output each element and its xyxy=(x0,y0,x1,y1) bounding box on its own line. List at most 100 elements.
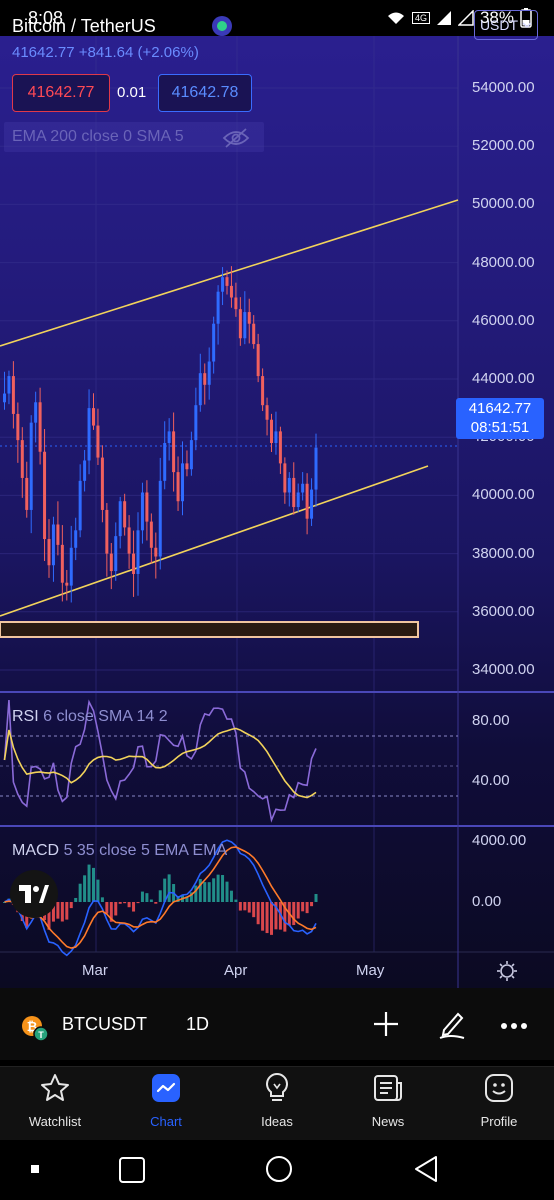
upper-trendline[interactable] xyxy=(0,199,459,347)
candle[interactable] xyxy=(203,373,207,385)
candle[interactable] xyxy=(176,472,180,502)
candle[interactable] xyxy=(51,524,55,566)
candle[interactable] xyxy=(11,376,15,414)
plus-icon[interactable] xyxy=(372,1010,400,1038)
candle[interactable] xyxy=(216,291,220,324)
candle[interactable] xyxy=(247,312,251,324)
candle[interactable] xyxy=(154,547,158,557)
buy-price-button[interactable]: 41642.78 xyxy=(158,74,252,112)
candle[interactable] xyxy=(181,463,184,502)
candle[interactable] xyxy=(189,440,193,470)
candle[interactable] xyxy=(261,376,265,406)
candle[interactable] xyxy=(83,460,87,481)
candle[interactable] xyxy=(29,422,33,510)
candle[interactable] xyxy=(127,527,131,554)
drawing-tool-icon[interactable] xyxy=(436,1008,468,1040)
candle[interactable] xyxy=(43,451,47,540)
candle[interactable] xyxy=(69,547,73,586)
pair-title[interactable]: Bitcoin / TetherUS xyxy=(12,16,156,37)
tab-ideas[interactable]: Ideas xyxy=(227,1070,327,1129)
candle[interactable] xyxy=(256,344,260,377)
candle[interactable] xyxy=(60,544,64,583)
tab-news[interactable]: News xyxy=(338,1070,438,1129)
candle[interactable] xyxy=(7,376,11,394)
candle[interactable] xyxy=(3,393,6,403)
candle[interactable] xyxy=(92,408,95,426)
candle[interactable] xyxy=(149,521,153,548)
candle[interactable] xyxy=(114,536,118,572)
candle[interactable] xyxy=(105,509,109,554)
candle[interactable] xyxy=(87,408,91,461)
candle[interactable] xyxy=(118,501,122,537)
candle[interactable] xyxy=(274,431,278,444)
recents-icon[interactable] xyxy=(118,1156,146,1184)
candle[interactable] xyxy=(194,405,198,441)
candle[interactable] xyxy=(38,402,42,452)
candle[interactable] xyxy=(270,419,273,444)
candle[interactable] xyxy=(109,553,113,572)
candle[interactable] xyxy=(56,524,60,545)
candle[interactable] xyxy=(78,480,82,531)
candle[interactable] xyxy=(292,477,296,508)
candle[interactable] xyxy=(47,539,51,566)
tab-profile[interactable]: Profile xyxy=(449,1070,549,1129)
tab-watchlist[interactable]: Watchlist xyxy=(5,1070,105,1129)
rsi-legend[interactable]: RSI 6 close SMA 14 2 xyxy=(12,708,168,726)
symbol-button[interactable]: BTCUSDT xyxy=(62,1014,147,1035)
candle[interactable] xyxy=(198,373,202,406)
candle[interactable] xyxy=(145,492,149,522)
candle[interactable] xyxy=(34,402,38,423)
candle[interactable] xyxy=(234,297,238,310)
candle[interactable] xyxy=(123,501,127,528)
macd-bar xyxy=(127,902,131,908)
lower-trendline[interactable] xyxy=(0,465,429,617)
candle[interactable] xyxy=(243,312,247,339)
eye-off-icon[interactable] xyxy=(222,128,250,148)
candle[interactable] xyxy=(100,457,104,510)
candle[interactable] xyxy=(74,530,78,548)
candle[interactable] xyxy=(252,323,256,345)
candle[interactable] xyxy=(136,530,140,574)
candle[interactable] xyxy=(221,277,225,292)
candle[interactable] xyxy=(287,477,291,493)
candle[interactable] xyxy=(167,431,171,444)
interval-button[interactable]: 1D xyxy=(186,1014,209,1035)
macd-legend[interactable]: MACD 5 35 close 5 EMA EMA xyxy=(12,842,227,860)
candle[interactable] xyxy=(172,431,176,473)
candle[interactable] xyxy=(185,463,189,470)
candle[interactable] xyxy=(65,582,69,586)
candle[interactable] xyxy=(140,492,144,531)
candle[interactable] xyxy=(158,480,162,557)
home-icon[interactable] xyxy=(264,1154,294,1184)
candle[interactable] xyxy=(314,447,318,490)
candle[interactable] xyxy=(212,323,216,362)
candle[interactable] xyxy=(229,285,233,298)
price-axis-label: 44000.00 xyxy=(472,370,535,387)
candle[interactable] xyxy=(96,425,100,458)
sell-price-button[interactable]: 41642.77 xyxy=(12,74,110,112)
candle[interactable] xyxy=(310,489,314,519)
tab-chart[interactable]: Chart xyxy=(116,1070,216,1129)
chart-settings-icon[interactable] xyxy=(496,960,518,982)
currency-selector[interactable]: USDT xyxy=(474,10,538,40)
candle[interactable] xyxy=(265,405,269,420)
candle[interactable] xyxy=(296,492,300,508)
tradingview-logo[interactable] xyxy=(10,870,58,918)
menu-dot-icon[interactable] xyxy=(30,1164,40,1174)
candle[interactable] xyxy=(132,553,136,574)
candle[interactable] xyxy=(207,361,211,385)
candle[interactable] xyxy=(278,431,282,464)
candle[interactable] xyxy=(20,440,24,478)
candle[interactable] xyxy=(16,413,20,441)
candle[interactable] xyxy=(283,463,287,493)
candle[interactable] xyxy=(25,477,29,510)
candles[interactable] xyxy=(3,266,318,603)
more-icon[interactable] xyxy=(500,1014,528,1038)
candle[interactable] xyxy=(225,277,229,286)
support-zone[interactable] xyxy=(0,621,419,638)
candle[interactable] xyxy=(301,483,305,493)
back-icon[interactable] xyxy=(412,1154,440,1184)
candle[interactable] xyxy=(163,443,167,481)
candle[interactable] xyxy=(305,483,309,519)
candle[interactable] xyxy=(238,309,242,339)
